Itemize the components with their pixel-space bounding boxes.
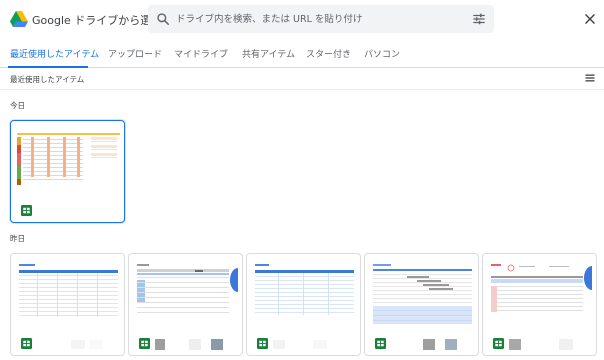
google-sheets-icon [139,338,150,349]
file-owner-avatar [423,339,435,350]
close-icon[interactable] [583,12,597,26]
google-sheets-icon [375,338,386,349]
google-sheets-icon [257,338,268,349]
app-title: Google ドライブから選択 [32,14,163,27]
google-sheets-icon [21,205,32,216]
file-thumbnail [135,260,238,332]
file-owner-avatar [89,340,103,349]
file-thumbnail [17,127,120,199]
file-owner-avatar [313,340,327,349]
file-card[interactable] [364,253,479,356]
file-card[interactable] [482,253,597,356]
file-owner-avatar [559,339,573,350]
google-drive-logo [10,11,28,27]
file-card[interactable] [128,253,243,356]
tab-starred[interactable]: スター付き [306,47,351,60]
file-thumbnail [371,260,474,332]
search-icon[interactable] [156,12,170,26]
tune-icon[interactable] [472,12,486,26]
file-card[interactable] [246,253,361,356]
file-thumbnail [253,260,356,332]
file-thumbnail [489,260,592,332]
file-owner-avatar [189,339,201,350]
section-label-today: 今日 [10,101,25,110]
view-header: 最近使用したアイテム [0,68,604,90]
file-card[interactable] [10,253,125,356]
search-input[interactable] [176,9,466,29]
google-sheets-icon [493,338,504,349]
tab-shared[interactable]: 共有アイテム [242,47,295,60]
view-title: 最近使用したアイテム [10,75,85,84]
file-owner-avatar [509,339,521,350]
tab-computers[interactable]: パソコン [364,47,400,60]
file-thumbnail [17,260,120,332]
file-owner-avatar [211,339,223,350]
tab-my-drive[interactable]: マイドライブ [174,47,228,60]
tab-recent[interactable]: 最近使用したアイテム [10,47,99,60]
tab-upload[interactable]: アップロード [108,47,162,60]
file-owner-avatar [445,339,457,350]
section-label-yesterday: 昨日 [10,234,25,243]
file-owner-avatar [155,339,165,350]
list-view-icon[interactable] [584,72,596,84]
picker-header: Google ドライブから選択 [0,0,604,40]
google-sheets-icon [21,338,32,349]
file-owner-avatar [71,340,85,349]
file-owner-avatar [273,340,285,349]
tab-bar: 最近使用したアイテム アップロード マイドライブ 共有アイテム スター付き パソ… [0,40,604,68]
file-card[interactable] [10,120,125,223]
search-box[interactable] [148,5,494,33]
